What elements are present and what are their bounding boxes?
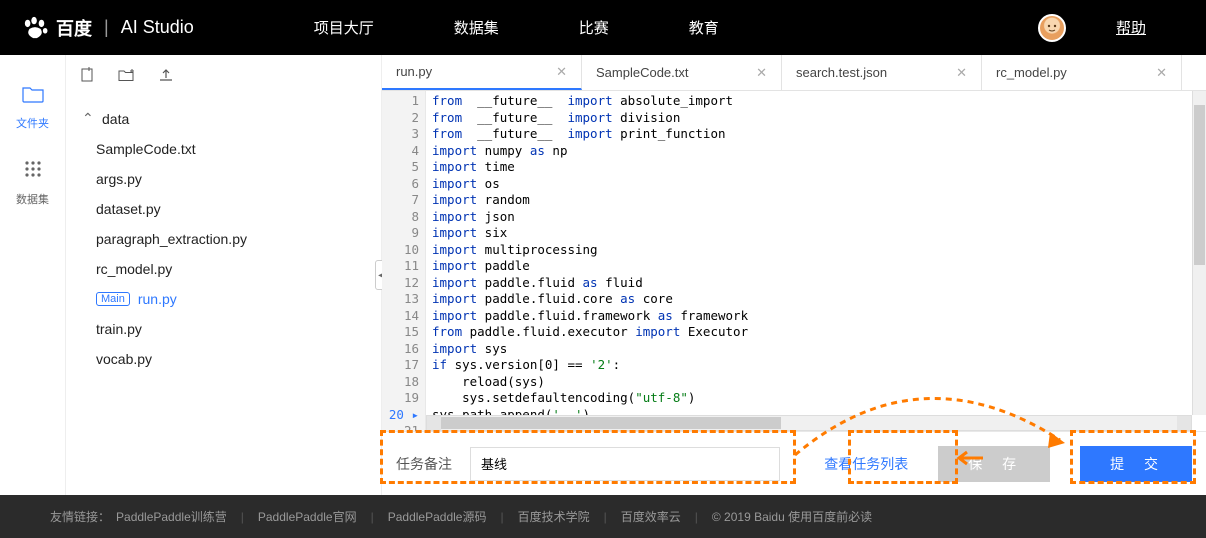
file-tree: ⌃ data SampleCode.txt args.py dataset.py… [66,99,381,378]
vscrollbar[interactable] [1192,91,1206,415]
help-link[interactable]: 帮助 [1116,17,1146,38]
baidu-paw-icon [20,16,50,40]
topnav: 项目大厅 数据集 比赛 教育 [314,17,719,38]
code-area[interactable]: 1234567891011121314151617181920 ▸2122232… [382,91,1206,431]
tab-samplecode[interactable]: SampleCode.txt✕ [582,55,782,90]
folder-data[interactable]: ⌃ data [78,103,369,134]
view-tasks-link[interactable]: 查看任务列表 [824,454,908,474]
editor: ◀ run.py✕ SampleCode.txt✕ search.test.js… [382,55,1206,495]
file-args[interactable]: args.py [78,164,369,194]
avatar[interactable] [1038,14,1066,42]
nav-education[interactable]: 教育 [689,17,719,38]
nav-datasets[interactable]: 数据集 [454,17,499,38]
footer-link[interactable]: 百度效率云 [621,508,681,525]
task-bar: 任务备注 查看任务列表 保 存 提 交 [382,431,1206,495]
logo-sub: AI Studio [121,17,194,38]
logo[interactable]: 百度 | AI Studio [20,15,194,41]
folder-icon [0,85,65,109]
code-text[interactable]: from __future__ import absolute_importfr… [426,91,1206,431]
new-folder-icon[interactable] [118,68,136,86]
file-train[interactable]: train.py [78,314,369,344]
iconbar: 文件夹 数据集 [0,55,66,495]
grid-icon [0,159,65,185]
task-note-label: 任务备注 [396,454,452,474]
chevron-down-icon: ⌃ [82,110,94,127]
main-badge: Main [96,292,130,306]
upload-icon[interactable] [158,67,174,87]
hscrollbar[interactable] [426,415,1192,431]
file-ops [66,55,381,99]
topbar: 百度 | AI Studio 项目大厅 数据集 比赛 教育 帮助 [0,0,1206,55]
tab-rcmodel[interactable]: rc_model.py✕ [982,55,1182,90]
footer-link[interactable]: PaddlePaddle官网 [258,508,357,525]
footer-copyright: © 2019 Baidu 使用百度前必读 [712,508,872,525]
logo-brand: 百度 [56,15,92,41]
footer: 友情链接： PaddlePaddle训练营| PaddlePaddle官网| P… [0,495,1206,538]
footer-link[interactable]: 百度技术学院 [518,508,590,525]
tab-search[interactable]: search.test.json✕ [782,55,982,90]
editor-tabs: run.py✕ SampleCode.txt✕ search.test.json… [382,55,1206,91]
file-panel: ⌃ data SampleCode.txt args.py dataset.py… [66,55,382,495]
file-samplecode[interactable]: SampleCode.txt [78,134,369,164]
file-vocab[interactable]: vocab.py [78,344,369,374]
footer-prefix: 友情链接： [50,508,110,525]
submit-button[interactable]: 提 交 [1080,446,1192,482]
iconbar-files[interactable]: 文件夹 [0,75,65,149]
close-icon[interactable]: ✕ [956,65,967,81]
task-note-input[interactable] [470,447,780,481]
file-paragraph[interactable]: paragraph_extraction.py [78,224,369,254]
file-rcmodel[interactable]: rc_model.py [78,254,369,284]
iconbar-datasets[interactable]: 数据集 [0,149,65,225]
nav-projects[interactable]: 项目大厅 [314,17,374,38]
nav-competitions[interactable]: 比赛 [579,17,609,38]
content: 文件夹 数据集 ⌃ data SampleCode.txt args.py da… [0,55,1206,495]
save-button[interactable]: 保 存 [938,446,1050,482]
close-icon[interactable]: ✕ [1156,65,1167,81]
new-file-icon[interactable] [80,67,96,87]
footer-link[interactable]: PaddlePaddle训练营 [116,508,227,525]
file-run[interactable]: Main run.py [78,284,369,314]
tab-run[interactable]: run.py✕ [382,55,582,90]
file-dataset[interactable]: dataset.py [78,194,369,224]
close-icon[interactable]: ✕ [756,65,767,81]
close-icon[interactable]: ✕ [556,64,567,80]
footer-link[interactable]: PaddlePaddle源码 [388,508,487,525]
line-gutter: 1234567891011121314151617181920 ▸2122232… [382,91,426,431]
